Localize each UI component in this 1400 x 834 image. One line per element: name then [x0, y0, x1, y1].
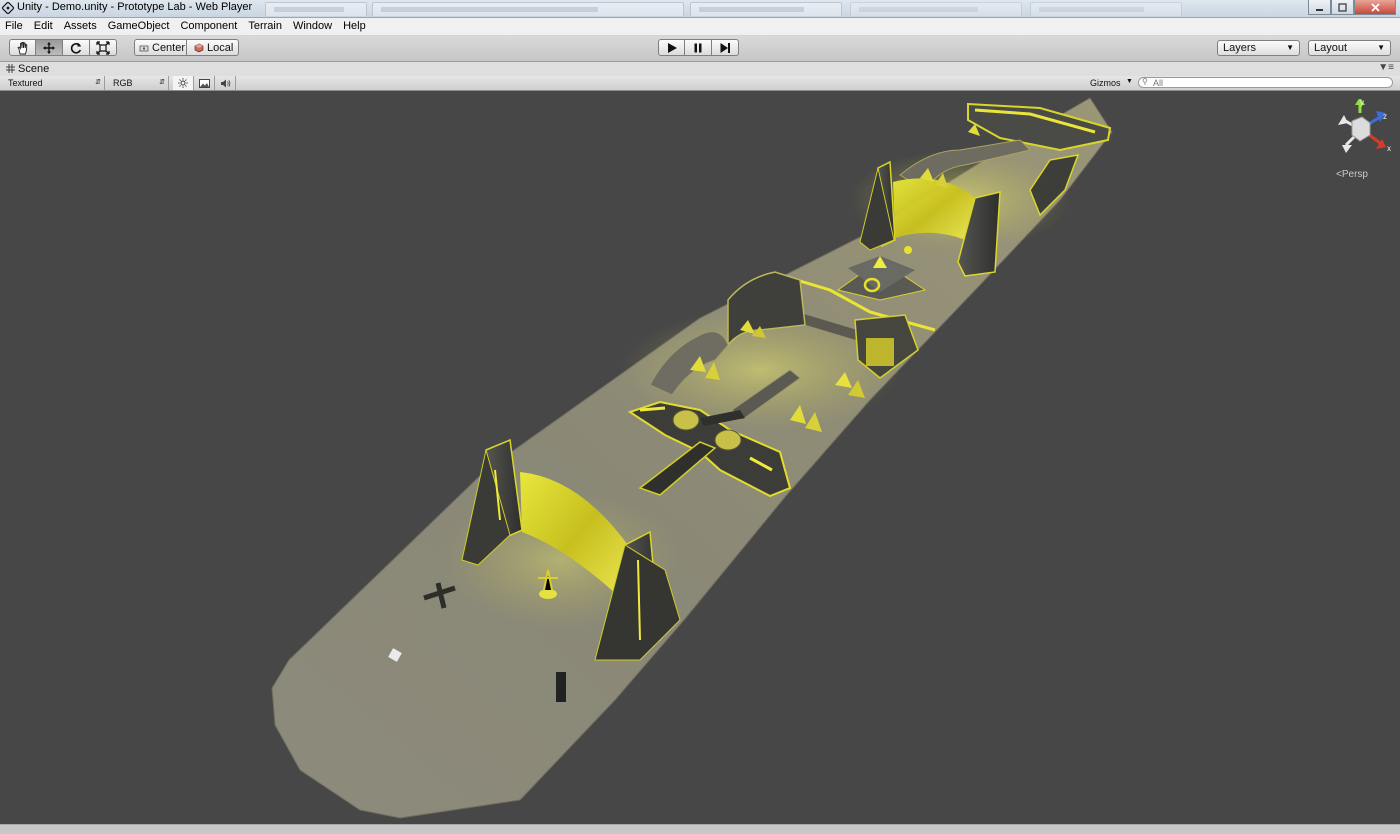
- image-effects-icon: [198, 78, 210, 88]
- layout-dropdown[interactable]: Layout ▼: [1308, 40, 1391, 56]
- window-title: Unity - Demo.unity - Prototype Lab - Web…: [17, 1, 253, 13]
- minimize-button[interactable]: [1308, 0, 1331, 15]
- close-icon: [1370, 2, 1380, 12]
- local-rotation-icon: [194, 43, 204, 52]
- orientation-gizmo[interactable]: y z x: [1330, 99, 1394, 159]
- up-down-caret-icon: ⇵: [159, 79, 165, 86]
- hand-tool-button[interactable]: [9, 39, 36, 56]
- layers-dropdown-label: Layers: [1223, 42, 1257, 54]
- maximize-icon: [1338, 2, 1347, 12]
- chevron-down-icon: ▼: [1126, 78, 1133, 85]
- menu-file[interactable]: File: [0, 18, 28, 32]
- scale-tool-button[interactable]: [90, 39, 117, 56]
- audio-icon: [220, 79, 230, 87]
- hand-icon: [16, 41, 27, 54]
- unity-logo-icon: [2, 2, 14, 14]
- background-browser-tab: [850, 2, 1022, 16]
- main-toolbar: Center Local Layers ▼ Layout ▼: [0, 36, 1400, 62]
- projection-label: Persp: [1341, 169, 1368, 180]
- gizmo-y-label: y: [1360, 99, 1364, 107]
- move-tool-button[interactable]: [36, 39, 63, 56]
- draw-mode-label: Textured: [8, 78, 43, 88]
- window-title-bar: Unity - Demo.unity - Prototype Lab - Web…: [0, 0, 1400, 18]
- menu-help[interactable]: Help: [337, 18, 371, 32]
- menu-bar: File Edit Assets GameObject Component Te…: [0, 18, 1400, 36]
- step-button[interactable]: [712, 39, 739, 56]
- move-arrows-icon: [43, 41, 55, 54]
- gizmos-dropdown[interactable]: Gizmos: [1090, 76, 1121, 90]
- playback-controls: [658, 39, 739, 56]
- close-button[interactable]: [1354, 0, 1396, 15]
- pivot-rotation-button[interactable]: Local: [187, 39, 239, 56]
- menu-component[interactable]: Component: [174, 18, 242, 32]
- menu-window[interactable]: Window: [287, 18, 337, 32]
- audio-toggle[interactable]: [215, 76, 236, 90]
- image-effects-toggle[interactable]: [194, 76, 215, 90]
- scene-grid-icon: [6, 64, 15, 73]
- layout-dropdown-label: Layout: [1314, 42, 1348, 54]
- menu-terrain[interactable]: Terrain: [242, 18, 287, 32]
- background-browser-tab: [372, 2, 684, 16]
- background-browser-tab: [265, 2, 367, 16]
- menu-edit[interactable]: Edit: [28, 18, 58, 32]
- play-button[interactable]: [658, 39, 685, 56]
- gizmo-z-label: z: [1383, 112, 1387, 121]
- sun-lighting-icon: [178, 78, 188, 88]
- chevron-down-icon: ▼: [1377, 43, 1385, 52]
- gizmo-x-label: x: [1387, 144, 1391, 153]
- projection-toggle[interactable]: <Persp: [1336, 169, 1368, 180]
- background-browser-tab: [1030, 2, 1182, 16]
- rotate-icon: [70, 42, 82, 54]
- menu-assets[interactable]: Assets: [58, 18, 102, 32]
- pivot-mode-label: Center: [152, 41, 186, 54]
- render-mode-dropdown[interactable]: RGB ⇵: [109, 76, 169, 90]
- panel-menu-icon[interactable]: ▼≡: [1378, 62, 1394, 73]
- transform-tools: [9, 39, 117, 56]
- maximize-button[interactable]: [1331, 0, 1354, 15]
- search-icon: ⚲: [1142, 77, 1148, 86]
- scene-tab-header: Scene ▼≡: [0, 62, 1400, 76]
- draw-mode-dropdown[interactable]: Textured ⇵: [4, 76, 105, 90]
- scale-icon: [96, 40, 110, 55]
- render-mode-label: RGB: [113, 78, 133, 88]
- minimize-icon: [1316, 8, 1323, 11]
- play-icon: [667, 42, 677, 53]
- pivot-mode-button[interactable]: Center: [134, 39, 187, 56]
- pause-icon: [694, 43, 702, 52]
- step-icon: [720, 42, 730, 53]
- rotate-tool-button[interactable]: [63, 39, 90, 56]
- center-pivot-icon: [139, 45, 149, 51]
- pivot-toggles: Center Local: [134, 39, 239, 56]
- pivot-rotation-label: Local: [207, 41, 234, 54]
- pause-button[interactable]: [685, 39, 712, 56]
- up-down-caret-icon: ⇵: [95, 79, 101, 86]
- scene-lighting-toggle[interactable]: [173, 76, 194, 90]
- scene-viewport[interactable]: y z x <Persp: [0, 91, 1400, 824]
- chevron-down-icon: ▼: [1286, 43, 1294, 52]
- scene-search-input[interactable]: [1138, 77, 1393, 88]
- layers-dropdown[interactable]: Layers ▼: [1217, 40, 1300, 56]
- level-scene-render: [271, 97, 1113, 819]
- scene-tab[interactable]: Scene: [18, 63, 49, 75]
- background-browser-tab: [690, 2, 842, 16]
- scene-view-toolbar: Textured ⇵ RGB ⇵ Gizmos ▼ ⚲: [0, 76, 1400, 91]
- menu-gameobject[interactable]: GameObject: [102, 18, 175, 32]
